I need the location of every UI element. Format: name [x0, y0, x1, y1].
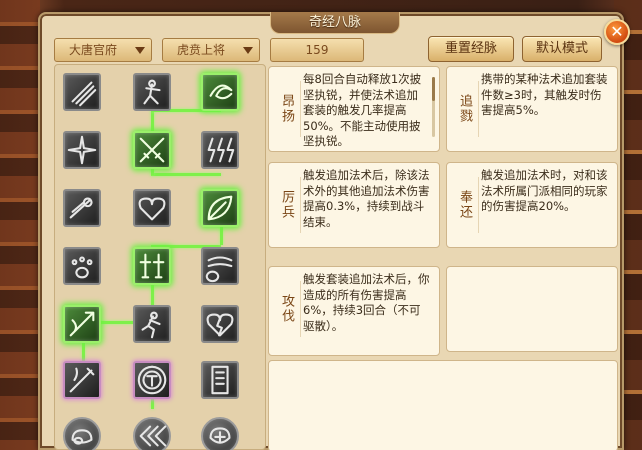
effect-description: 触发追加法术时，对和该法术所属门派相同的玩家的伤害提高20%。 — [481, 168, 608, 213]
sword-flame-icon — [69, 367, 95, 393]
twin-warriors-icon — [139, 253, 165, 279]
heart-shield-icon — [138, 197, 166, 221]
meridian-node-6-2[interactable] — [201, 417, 239, 450]
meridian-node-5-0[interactable] — [63, 361, 101, 399]
effect-card[interactable]: 奉还 触发追加法术时，对和该法术所属门派相同的玩家的伤害提高20%。 — [446, 162, 618, 248]
sect-dropdown-value: 大唐官府 — [69, 43, 118, 57]
chevron-down-icon — [243, 47, 253, 54]
empty-detail-card — [268, 360, 618, 450]
effect-description: 触发追加法术后，除该法术外的其他追加法术伤害提高0.3%，持续到战斗结束。 — [303, 168, 430, 229]
rank-dropdown[interactable]: 虎贲上将 — [162, 38, 260, 62]
effect-name: 追戮 — [451, 81, 479, 137]
warrior-strike-icon — [143, 79, 161, 105]
effect-description: 每8回合自动释放1次披坚执锐，并使法术追加套装的触发几率提高50%。不能主动使用… — [303, 72, 422, 147]
meridian-node-2-2[interactable] — [201, 189, 239, 227]
effect-card[interactable]: 追戮 携带的某种法术追加套装件数≥3时，其触发时伤害提高5%。 — [446, 66, 618, 152]
meridian-node-6-0[interactable] — [63, 417, 101, 450]
meridian-node-4-2[interactable] — [201, 305, 239, 343]
rank-dropdown-value: 虎贲上将 — [177, 43, 226, 57]
meridian-node-3-0[interactable] — [63, 247, 101, 285]
cloud-knot-icon — [209, 427, 231, 444]
empty-slot-card — [446, 266, 618, 352]
meridian-tree — [54, 64, 266, 450]
meridian-node-3-2[interactable] — [201, 247, 239, 285]
meridian-node-1-1[interactable] — [133, 131, 171, 169]
lightning-strikes-icon — [207, 137, 235, 163]
crescent-swirl-icon — [209, 84, 233, 100]
leaf-blade-icon — [207, 195, 233, 221]
effect-name: 奉还 — [451, 177, 479, 233]
fist-wind-icon — [205, 256, 233, 283]
effect-name: 昂扬 — [273, 81, 301, 137]
chevrons-left-icon — [139, 425, 167, 447]
cloud-swirl-icon — [71, 429, 93, 445]
effect-description: 携带的某种法术追加套装件数≥3时，其触发时伤害提高5%。 — [481, 72, 608, 117]
default-mode-button[interactable]: 默认模式 — [522, 36, 602, 62]
paw-print-icon — [71, 256, 93, 279]
points-display: 159 — [270, 38, 364, 62]
chevron-down-icon — [135, 47, 145, 54]
sect-dropdown[interactable]: 大唐官府 — [54, 38, 152, 62]
burst-star-icon — [67, 135, 97, 165]
meridian-node-5-2[interactable] — [201, 361, 239, 399]
running-figure-icon — [141, 311, 161, 339]
effect-description: 触发套装追加法术后，你造成的所有伤害提高6%，持续3回合（不可驱散）。 — [303, 272, 430, 333]
talisman-scroll-icon — [211, 365, 229, 395]
meridian-node-0-1[interactable] — [133, 73, 171, 111]
reset-meridian-button[interactable]: 重置经脉 — [428, 36, 514, 62]
emblem-seal-icon — [137, 365, 167, 395]
meridian-panel: 奇经八脉 ✕ 大唐官府 虎贲上将 159 重置经脉 默认模式 昂扬 每8回合自动释… — [38, 12, 630, 450]
meridian-node-1-2[interactable] — [201, 131, 239, 169]
meridian-node-0-0[interactable] — [63, 73, 101, 111]
meridian-node-1-0[interactable] — [63, 131, 101, 169]
background-left-decor — [0, 0, 40, 450]
close-button[interactable]: ✕ — [604, 19, 630, 45]
effect-card[interactable]: 攻伐 触发套装追加法术后，你造成的所有伤害提高6%，持续3回合（不可驱散）。 — [268, 266, 440, 356]
broken-heart-icon — [206, 313, 234, 337]
meridian-node-2-0[interactable] — [63, 189, 101, 227]
meridian-node-2-1[interactable] — [133, 189, 171, 227]
scrollbar-thumb[interactable] — [432, 77, 435, 101]
effect-card[interactable]: 厉兵 触发追加法术后，除该法术外的其他追加法术伤害提高0.3%，持续到战斗结束。 — [268, 162, 440, 248]
dragon-sword-icon — [69, 311, 95, 337]
panel-title: 奇经八脉 — [270, 12, 400, 34]
claw-slash-icon — [71, 81, 97, 107]
effect-card[interactable]: 昂扬 每8回合自动释放1次披坚执锐，并使法术追加套装的触发几率提高50%。不能主动… — [268, 66, 440, 152]
effect-name: 攻伐 — [273, 281, 301, 337]
meridian-node-5-1[interactable] — [133, 361, 171, 399]
meridian-node-6-1[interactable] — [133, 417, 171, 450]
meridian-node-0-2[interactable] — [201, 73, 239, 111]
tree-connector — [151, 173, 221, 176]
crossed-blades-icon — [139, 137, 165, 163]
effect-name: 厉兵 — [273, 177, 301, 233]
meridian-node-3-1[interactable] — [133, 247, 171, 285]
meridian-node-4-1[interactable] — [133, 305, 171, 343]
meridian-node-4-0[interactable] — [63, 305, 101, 343]
comet-slash-icon — [69, 197, 93, 219]
effect-scrollbar[interactable] — [432, 77, 435, 137]
